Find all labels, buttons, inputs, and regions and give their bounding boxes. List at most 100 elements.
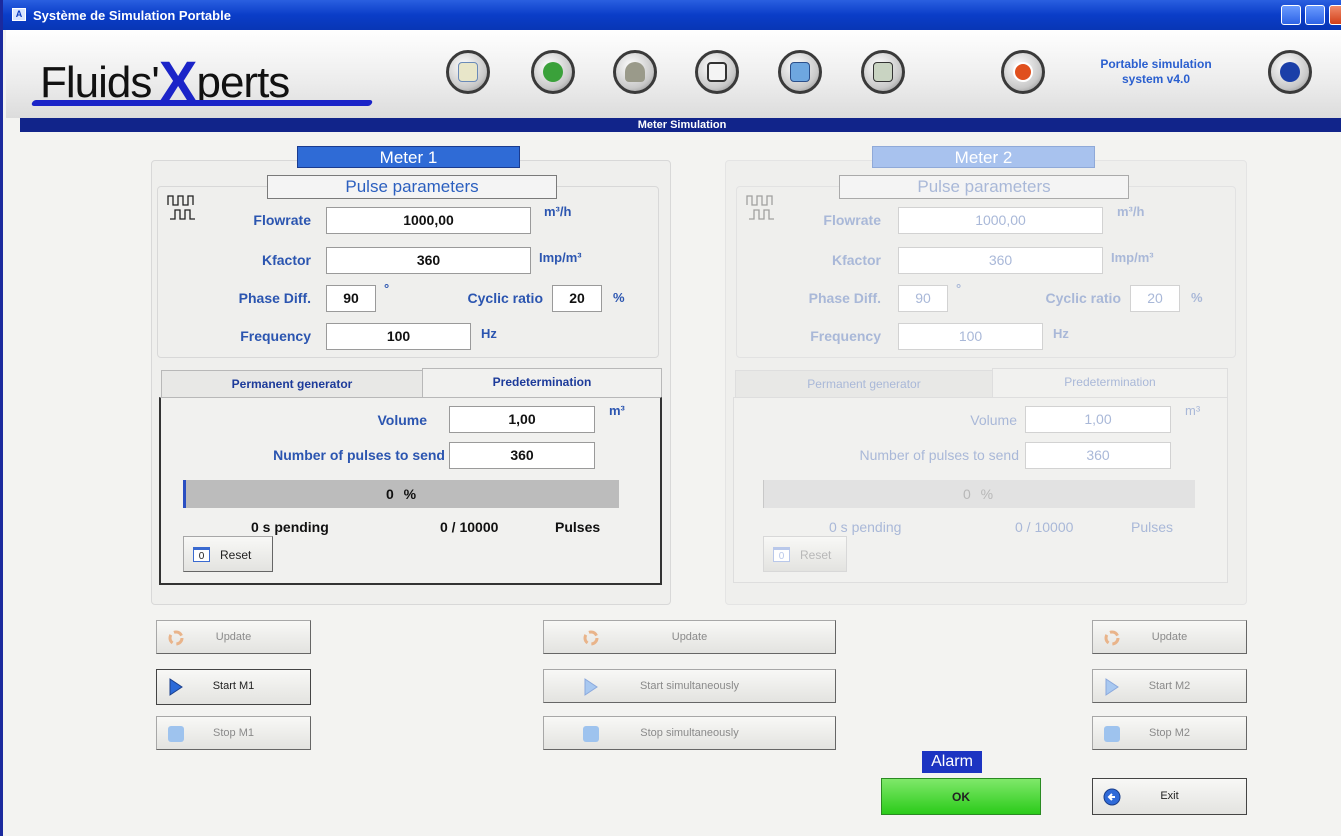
pulse-params-title-2: Pulse parameters: [839, 175, 1129, 199]
pulses-word-2: Pulses: [1131, 519, 1174, 535]
update-sim-label: Update: [671, 631, 708, 643]
cyclic-ratio-label-2: Cyclic ratio: [1045, 290, 1121, 306]
exit-label: Exit: [1160, 790, 1179, 802]
phase-diff-label-2: Phase Diff.: [808, 290, 881, 306]
frequency-unit-2: Hz: [1053, 326, 1069, 341]
pulses-to-send-label: Number of pulses to send: [273, 447, 445, 463]
device-icon[interactable]: [695, 50, 739, 94]
volume-input[interactable]: 1,00: [449, 406, 595, 433]
pending-text-2: 0 s pending: [829, 519, 902, 535]
cyclic-ratio-unit-2: %: [1191, 290, 1203, 305]
phase-diff-label: Phase Diff.: [238, 290, 311, 306]
kfactor-input-2[interactable]: 360: [898, 247, 1103, 274]
update-m2-button[interactable]: Update: [1092, 620, 1247, 654]
cyclic-ratio-label: Cyclic ratio: [467, 290, 543, 306]
reset-counter-icon-2: 0: [773, 547, 790, 562]
volume-unit: m³: [609, 403, 625, 418]
pulse-params-title: Pulse parameters: [267, 175, 557, 199]
frequency-unit: Hz: [481, 326, 497, 341]
ok-button[interactable]: OK: [881, 778, 1041, 815]
stop-simultaneously-label: Stop simultaneously: [640, 727, 739, 739]
reset-label: Reset: [220, 548, 252, 562]
kfactor-label: Kfactor: [261, 252, 311, 268]
update-m2-label: Update: [1151, 631, 1188, 643]
phase-diff-unit: °: [384, 281, 390, 296]
minimize-button[interactable]: [1281, 5, 1301, 25]
tab-predetermination[interactable]: Predetermination: [422, 368, 662, 398]
app-logo-icon[interactable]: [1268, 50, 1312, 94]
frequency-input-2[interactable]: 100: [898, 323, 1043, 350]
progress-bar: 0 %: [183, 480, 619, 508]
edit-config-icon[interactable]: [446, 50, 490, 94]
kfactor-unit-2: Imp/m³: [1111, 250, 1154, 265]
pulse-wave-icon: [167, 195, 195, 220]
update-m1-button[interactable]: Update: [156, 620, 311, 654]
stop-m1-button[interactable]: Stop M1: [156, 716, 311, 750]
title-bar[interactable]: A Système de Simulation Portable: [3, 0, 1341, 30]
kfactor-label-2: Kfactor: [831, 252, 881, 268]
pending-text: 0 s pending: [251, 519, 329, 535]
pulse-wave-icon-2: [746, 195, 774, 220]
phase-diff-input[interactable]: 90: [326, 285, 376, 312]
frequency-label: Frequency: [240, 328, 311, 344]
flowrate-input-2[interactable]: 1000,00: [898, 207, 1103, 234]
scale-icon[interactable]: [613, 50, 657, 94]
cyclic-ratio-input-2[interactable]: 20: [1130, 285, 1180, 312]
tab-permanent-generator-2[interactable]: Permanent generator: [735, 370, 993, 398]
close-button[interactable]: [1329, 5, 1341, 25]
stop-simultaneously-button[interactable]: Stop simultaneously: [543, 716, 836, 750]
calculator-icon[interactable]: [861, 50, 905, 94]
pulses-to-send-input-2[interactable]: 360: [1025, 442, 1171, 469]
pulse-count: 0 / 10000: [440, 519, 499, 535]
reset-button[interactable]: 0 Reset: [183, 536, 273, 572]
reset-counter-icon: 0: [193, 547, 210, 562]
exit-button[interactable]: Exit: [1092, 778, 1247, 815]
app-icon: A: [12, 8, 26, 21]
logo-swoosh: [30, 100, 374, 106]
cyclic-ratio-input[interactable]: 20: [552, 285, 602, 312]
window-title: Système de Simulation Portable: [33, 8, 231, 23]
frequency-input[interactable]: 100: [326, 323, 471, 350]
flowrate-unit: m³/h: [544, 204, 572, 219]
meter-simulation-icon[interactable]: [778, 50, 822, 94]
update-sim-button[interactable]: Update: [543, 620, 836, 654]
app-header: Fluids'Xperts Portable simulation system…: [6, 30, 1341, 118]
volume-label: Volume: [377, 412, 427, 428]
kfactor-unit: Imp/m³: [539, 250, 582, 265]
start-m2-label: Start M2: [1148, 680, 1191, 692]
progress-bar-2: 0 %: [763, 480, 1195, 508]
kfactor-input[interactable]: 360: [326, 247, 531, 274]
users-icon[interactable]: [531, 50, 575, 94]
cyclic-ratio-unit: %: [613, 290, 625, 305]
start-m1-button[interactable]: Start M1: [156, 669, 311, 705]
start-m1-label: Start M1: [212, 680, 255, 692]
meter-1-title: Meter 1: [297, 146, 520, 168]
volume-unit-2: m³: [1185, 403, 1201, 418]
pulses-to-send-input[interactable]: 360: [449, 442, 595, 469]
update-m1-label: Update: [215, 631, 252, 643]
reset-label-2: Reset: [800, 548, 832, 562]
main-window: A Système de Simulation Portable Fluids'…: [0, 0, 1341, 836]
power-icon[interactable]: [1001, 50, 1045, 94]
flowrate-unit-2: m³/h: [1117, 204, 1145, 219]
flowrate-label: Flowrate: [253, 212, 311, 228]
flowrate-label-2: Flowrate: [823, 212, 881, 228]
alarm-label: Alarm: [922, 751, 982, 773]
volume-input-2[interactable]: 1,00: [1025, 406, 1171, 433]
pulses-to-send-label-2: Number of pulses to send: [859, 447, 1019, 463]
tab-permanent-generator[interactable]: Permanent generator: [161, 370, 423, 398]
start-simultaneously-button[interactable]: Start simultaneously: [543, 669, 836, 703]
start-m2-button[interactable]: Start M2: [1092, 669, 1247, 703]
phase-diff-input-2[interactable]: 90: [898, 285, 948, 312]
stop-m2-button[interactable]: Stop M2: [1092, 716, 1247, 750]
reset-button-2[interactable]: 0 Reset: [763, 536, 847, 572]
meter-2-title: Meter 2: [872, 146, 1095, 168]
pulses-word: Pulses: [555, 519, 601, 535]
stop-m1-label: Stop M1: [213, 727, 254, 739]
tab-predetermination-2[interactable]: Predetermination: [992, 368, 1228, 398]
stop-m2-label: Stop M2: [1149, 727, 1190, 739]
flowrate-input[interactable]: 1000,00: [326, 207, 531, 234]
maximize-button[interactable]: [1305, 5, 1325, 25]
pulse-count-2: 0 / 10000: [1015, 519, 1074, 535]
version-text: Portable simulation system v4.0: [1100, 57, 1212, 86]
